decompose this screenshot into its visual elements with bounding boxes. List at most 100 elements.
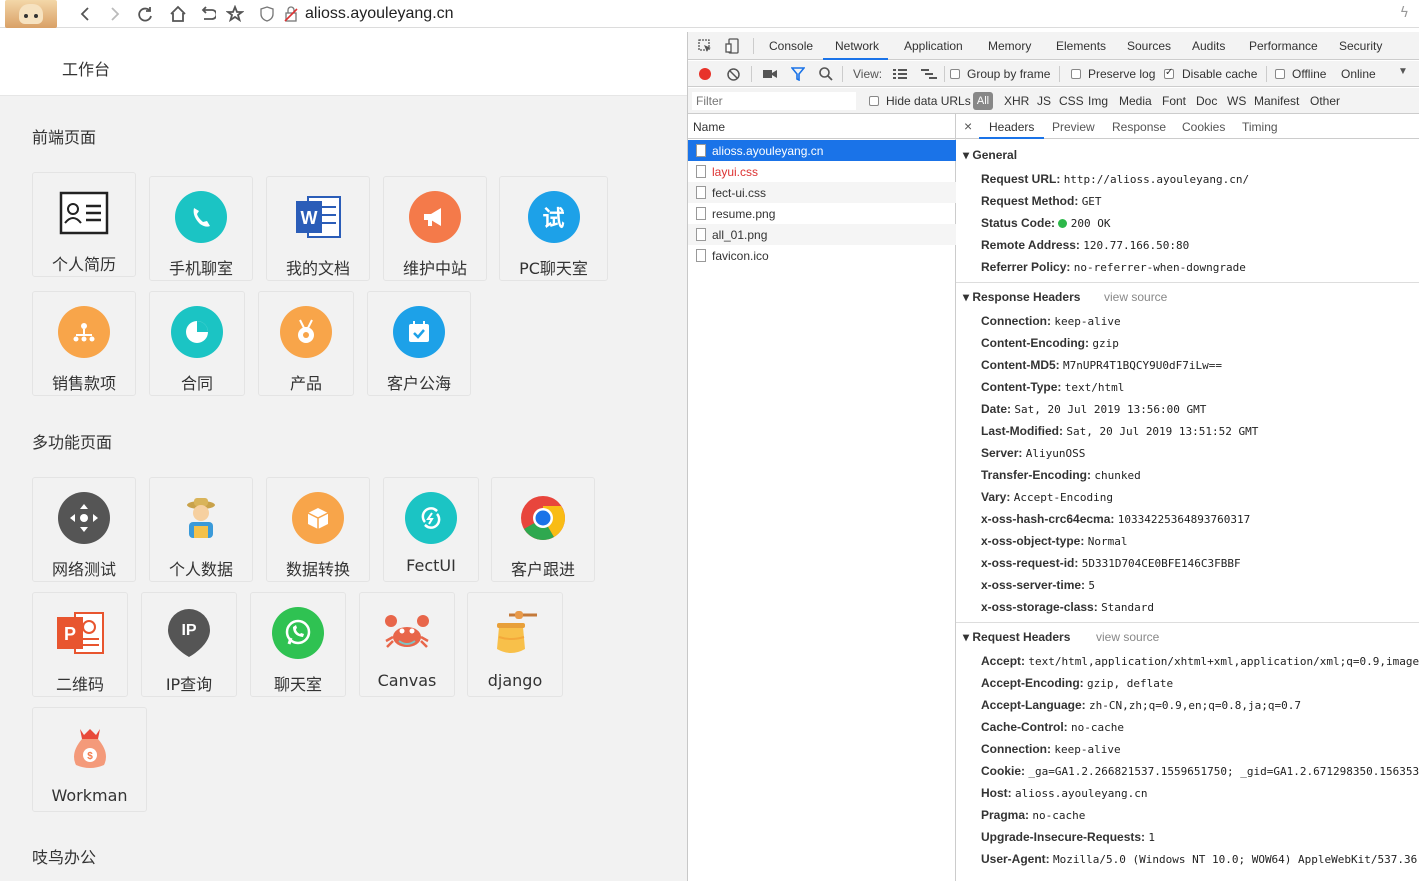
tab-elements[interactable]: Elements — [1056, 39, 1106, 53]
camera-icon[interactable] — [763, 69, 777, 79]
name-column-header[interactable]: Name — [688, 114, 956, 139]
header-key: Referrer Policy: — [981, 260, 1071, 274]
request-view-source-link[interactable]: view source — [1096, 630, 1159, 644]
tab-security[interactable]: Security — [1339, 39, 1382, 53]
filter-icon[interactable] — [791, 67, 805, 81]
type-filter-xhr[interactable]: XHR — [1004, 94, 1029, 108]
type-filter-font[interactable]: Font — [1162, 94, 1186, 108]
request-headers-toggle[interactable]: ▾ Request Headers — [963, 630, 1070, 644]
tab-headers[interactable]: Headers — [989, 120, 1034, 134]
address-bar[interactable]: alioss.ayouleyang.cn ϟ — [254, 1, 1419, 27]
card-my-docs[interactable]: W 我的文档 — [266, 176, 370, 281]
card-ip-query[interactable]: IP IP查询 — [141, 592, 237, 697]
tab-memory[interactable]: Memory — [988, 39, 1031, 53]
card-label: 手机聊室 — [168, 259, 233, 278]
card-maintenance[interactable]: 维护中站 — [383, 176, 487, 281]
header-value: Normal — [1087, 535, 1128, 548]
offline-checkbox[interactable] — [1275, 69, 1285, 79]
general-section-toggle[interactable]: ▾ General — [963, 148, 1017, 162]
request-row[interactable]: all_01.png — [688, 224, 956, 245]
toolbar-divider — [944, 66, 945, 82]
view-label: View: — [853, 67, 883, 81]
request-row[interactable]: layui.css — [688, 161, 956, 182]
card-phone-chat[interactable]: 手机聊室 — [149, 176, 253, 281]
type-filter-js[interactable]: JS — [1037, 94, 1051, 108]
device-toolbar-icon[interactable] — [725, 38, 739, 54]
card-chatroom[interactable]: 聊天室 — [250, 592, 346, 697]
record-icon[interactable] — [699, 68, 711, 80]
type-filter-css[interactable]: CSS — [1059, 94, 1084, 108]
search-icon[interactable] — [819, 67, 833, 81]
throttling-select[interactable]: Online — [1341, 67, 1376, 81]
header-value: keep-alive — [1054, 743, 1121, 756]
back-button[interactable] — [74, 4, 96, 24]
response-view-source-link[interactable]: view source — [1104, 290, 1167, 304]
tab-preview[interactable]: Preview — [1052, 120, 1095, 134]
card-canvas[interactable]: Canvas — [359, 592, 455, 697]
tab-performance[interactable]: Performance — [1249, 39, 1318, 53]
star-icon — [226, 5, 244, 23]
card-sales[interactable]: 销售款项 — [32, 291, 136, 396]
header-key: Transfer-Encoding: — [981, 468, 1092, 482]
card-fectui[interactable]: FectUI — [383, 477, 479, 582]
card-customer-pool[interactable]: 客户公海 — [367, 291, 471, 396]
hide-data-urls-checkbox[interactable] — [869, 96, 879, 106]
preserve-log-checkbox[interactable] — [1071, 69, 1081, 79]
group-by-frame-label: Group by frame — [967, 67, 1051, 81]
type-filter-doc[interactable]: Doc — [1196, 94, 1217, 108]
type-filter-other[interactable]: Other — [1310, 94, 1340, 108]
type-filter-manifest[interactable]: Manifest — [1254, 94, 1299, 108]
home-button[interactable] — [167, 4, 189, 24]
card-customer-followup[interactable]: 客户跟进 — [491, 477, 595, 582]
filter-input[interactable] — [692, 92, 856, 110]
type-filter-media[interactable]: Media — [1119, 94, 1152, 108]
clear-icon[interactable] — [727, 68, 740, 81]
insecure-lock-icon[interactable] — [284, 6, 298, 22]
tab-response[interactable]: Response — [1112, 120, 1166, 134]
profile-avatar[interactable] — [5, 0, 57, 28]
tab-timing[interactable]: Timing — [1242, 120, 1278, 134]
url-text[interactable]: alioss.ayouleyang.cn — [305, 5, 454, 23]
lightning-icon[interactable]: ϟ — [1400, 5, 1409, 21]
disable-cache-checkbox[interactable] — [1164, 67, 1174, 79]
chevron-down-icon[interactable]: ▼ — [1398, 66, 1408, 77]
card-contract[interactable]: 合同 — [149, 291, 245, 396]
request-row[interactable]: alioss.ayouleyang.cn — [688, 140, 956, 161]
card-workman[interactable]: $ Workman — [32, 707, 147, 812]
card-network-test[interactable]: 网络测试 — [32, 477, 136, 582]
close-icon[interactable]: × — [964, 118, 972, 134]
reload-button[interactable] — [134, 4, 156, 24]
undo-icon — [201, 6, 216, 20]
card-django[interactable]: django — [467, 592, 563, 697]
tab-cookies[interactable]: Cookies — [1182, 120, 1225, 134]
forward-button[interactable] — [104, 4, 126, 24]
card-resume[interactable]: 个人简历 — [32, 172, 136, 277]
toolbar-divider — [751, 66, 752, 82]
type-filter-ws[interactable]: WS — [1227, 94, 1246, 108]
card-pc-chat[interactable]: 试 PC聊天室 — [499, 176, 608, 281]
tab-network[interactable]: Network — [835, 39, 879, 53]
request-row[interactable]: favicon.ico — [688, 245, 956, 266]
header-key: Cache-Control: — [981, 720, 1068, 734]
group-by-frame-checkbox[interactable] — [950, 69, 960, 79]
card-data-convert[interactable]: 数据转换 — [266, 477, 370, 582]
card-product[interactable]: 产品 — [258, 291, 354, 396]
tab-console[interactable]: Console — [769, 39, 813, 53]
tab-audits[interactable]: Audits — [1192, 39, 1225, 53]
tab-sources[interactable]: Sources — [1127, 39, 1171, 53]
type-filter-img[interactable]: Img — [1088, 94, 1108, 108]
request-name: layui.css — [712, 165, 759, 179]
type-filter-all[interactable]: All — [973, 92, 993, 110]
card-qrcode[interactable]: P 二维码 — [32, 592, 128, 697]
inspect-element-icon[interactable] — [698, 39, 712, 53]
waterfall-icon[interactable] — [921, 68, 937, 80]
undo-button[interactable] — [196, 4, 218, 24]
bookmark-button[interactable] — [224, 4, 246, 24]
document-icon — [696, 186, 706, 199]
request-row[interactable]: resume.png — [688, 203, 956, 224]
card-personal-data[interactable]: 个人数据 — [149, 477, 253, 582]
large-rows-icon[interactable] — [893, 68, 907, 80]
tab-application[interactable]: Application — [904, 39, 963, 53]
response-headers-toggle[interactable]: ▾ Response Headers — [963, 290, 1080, 304]
request-row[interactable]: fect-ui.css — [688, 182, 956, 203]
